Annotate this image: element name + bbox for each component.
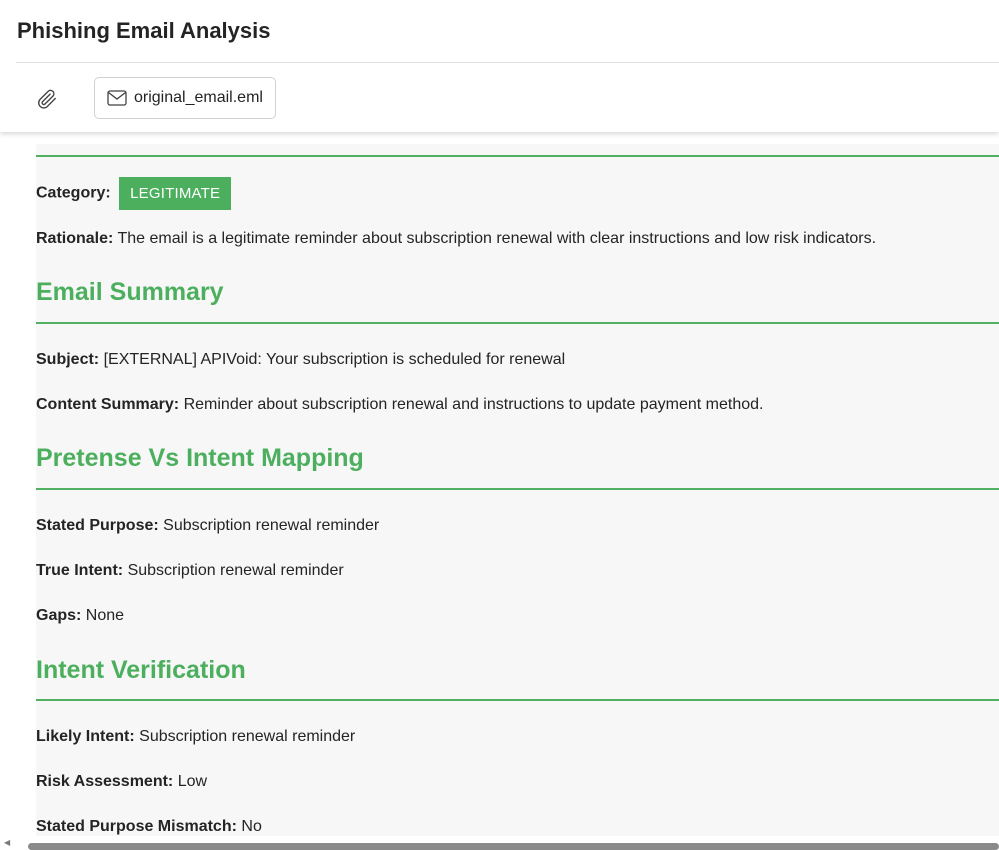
true-intent-value: Subscription renewal reminder — [127, 562, 344, 579]
horizontal-scrollbar[interactable]: ◀ — [0, 836, 999, 850]
true-intent-row: True Intent: Subscription renewal remind… — [36, 562, 344, 580]
section-divider — [36, 699, 999, 701]
header-divider — [16, 62, 999, 63]
app-header: Phishing Email Analysis original_email.e… — [0, 0, 999, 132]
rationale-label: Rationale: — [36, 230, 114, 247]
gaps-label: Gaps: — [36, 607, 82, 624]
purpose-mismatch-label: Stated Purpose Mismatch: — [36, 818, 237, 835]
subject-value: [EXTERNAL] APIVoid: Your subscription is… — [103, 351, 566, 368]
category-row: Category: LEGITIMATE — [36, 177, 232, 210]
purpose-mismatch-value: No — [241, 818, 262, 835]
email-summary-heading: Email Summary — [36, 278, 224, 306]
content-summary-value: Reminder about subscription renewal and … — [183, 396, 764, 413]
purpose-mismatch-row: Stated Purpose Mismatch: No — [36, 818, 262, 836]
paperclip-icon — [38, 89, 56, 109]
subject-row: Subject: [EXTERNAL] APIVoid: Your subscr… — [36, 351, 565, 369]
attach-button[interactable] — [30, 82, 64, 116]
gaps-value: None — [85, 607, 125, 624]
risk-assessment-row: Risk Assessment: Low — [36, 773, 207, 791]
scroll-left-arrow-icon[interactable]: ◀ — [4, 838, 14, 848]
envelope-icon — [107, 90, 127, 106]
category-label: Category: — [36, 184, 111, 202]
content-summary-label: Content Summary: — [36, 396, 180, 413]
rationale-value: The email is a legitimate reminder about… — [117, 230, 877, 247]
section-divider — [36, 488, 999, 490]
stated-purpose-label: Stated Purpose: — [36, 517, 159, 534]
section-divider — [36, 322, 999, 324]
likely-intent-row: Likely Intent: Subscription renewal remi… — [36, 728, 355, 746]
intent-verification-heading: Intent Verification — [36, 656, 246, 684]
stated-purpose-value: Subscription renewal reminder — [163, 517, 380, 534]
pretense-heading: Pretense Vs Intent Mapping — [36, 444, 364, 472]
risk-assessment-label: Risk Assessment: — [36, 773, 174, 790]
attachment-file-chip[interactable]: original_email.eml — [94, 77, 276, 119]
risk-assessment-value: Low — [177, 773, 208, 790]
likely-intent-value: Subscription renewal reminder — [139, 728, 356, 745]
true-intent-label: True Intent: — [36, 562, 124, 579]
content-summary-row: Content Summary: Reminder about subscrip… — [36, 396, 763, 414]
analysis-content: Category: LEGITIMATE Rationale: The emai… — [36, 144, 999, 836]
category-badge: LEGITIMATE — [119, 177, 232, 210]
rationale-row: Rationale: The email is a legitimate rem… — [36, 230, 876, 248]
page-title: Phishing Email Analysis — [17, 18, 271, 43]
likely-intent-label: Likely Intent: — [36, 728, 135, 745]
scrollbar-thumb[interactable] — [28, 843, 999, 850]
section-divider — [36, 155, 999, 157]
attachment-file-name: original_email.eml — [134, 89, 263, 106]
gaps-row: Gaps: None — [36, 607, 124, 625]
stated-purpose-row: Stated Purpose: Subscription renewal rem… — [36, 517, 379, 535]
subject-label: Subject: — [36, 351, 100, 368]
